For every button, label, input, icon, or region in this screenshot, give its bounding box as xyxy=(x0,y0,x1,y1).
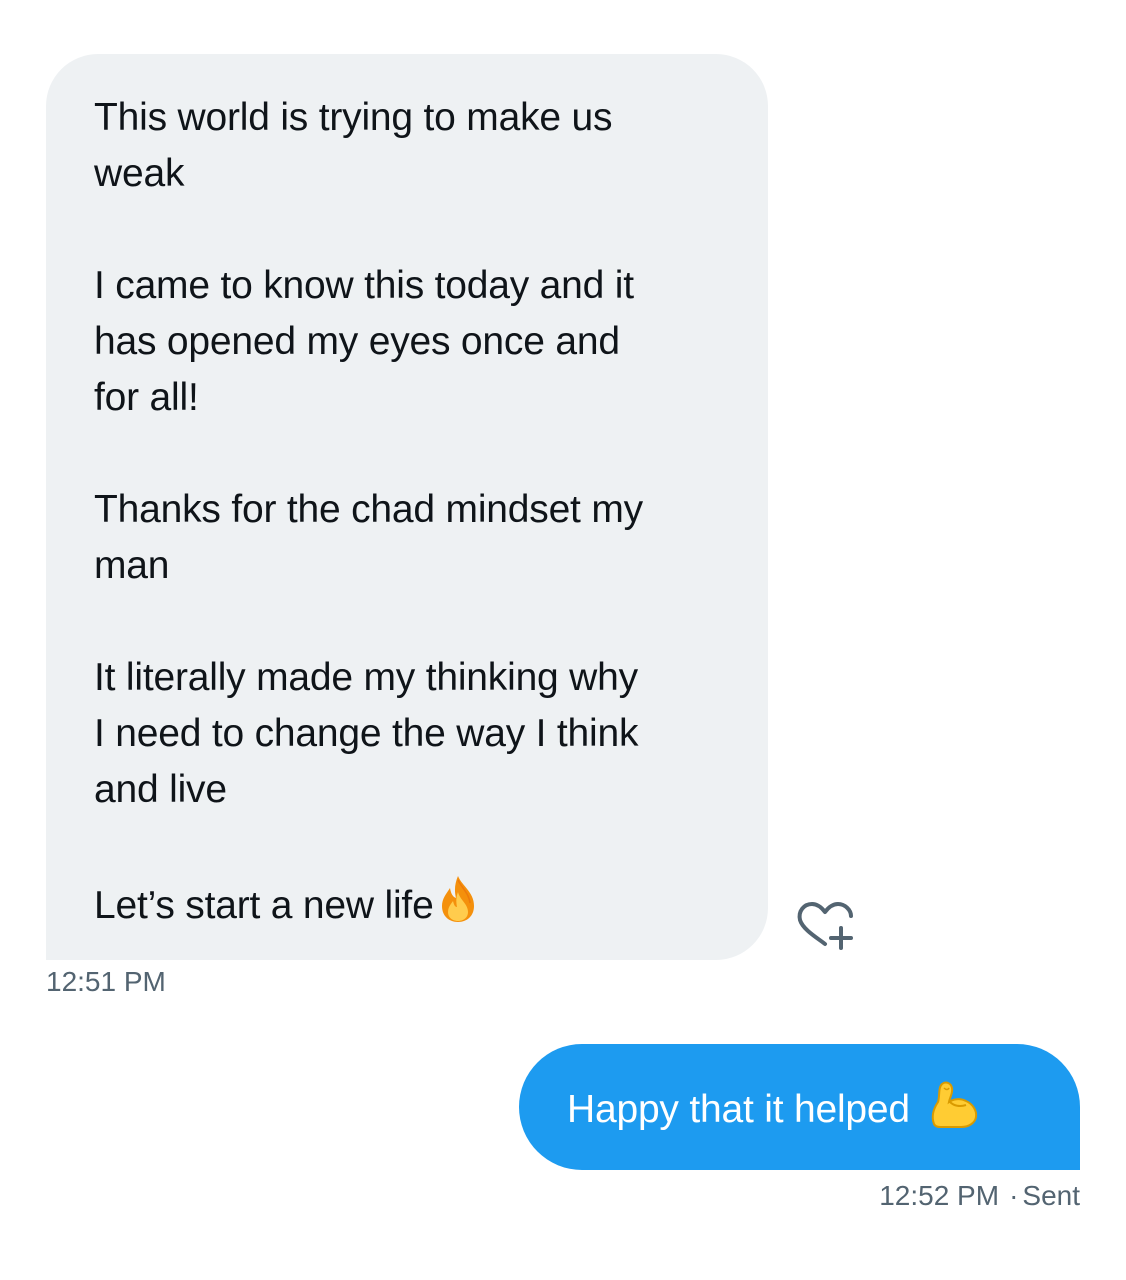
message-line: Let’s start a new life xyxy=(94,884,434,927)
sent-status: Sent xyxy=(1022,1180,1080,1211)
message-line: weak xyxy=(94,152,185,195)
message-last-line: Let’s start a new life xyxy=(94,874,728,940)
sent-message-meta: 12:52 PM · Sent xyxy=(879,1180,1080,1212)
message-line: and live xyxy=(94,768,227,811)
received-message-bubble: This world is trying to make us weak I c… xyxy=(46,54,768,960)
received-timestamp: 12:51 PM xyxy=(46,966,166,997)
message-line: This world is trying to make us xyxy=(94,96,613,139)
message-line: It literally made my thinking why xyxy=(94,656,638,699)
add-reaction-button[interactable] xyxy=(793,898,859,954)
sent-message-bubble: Happy that it helped xyxy=(519,1044,1080,1170)
sent-message-text: Happy that it helped xyxy=(567,1088,910,1131)
message-line: I need to change the way I think xyxy=(94,712,639,755)
heart-plus-icon xyxy=(797,902,853,950)
message-line: Thanks for the chad mindset my xyxy=(94,488,643,531)
sent-timestamp: 12:52 PM xyxy=(879,1180,1000,1211)
message-line: I came to know this today and it xyxy=(94,264,634,307)
fire-emoji xyxy=(438,874,478,940)
message-line: man xyxy=(94,544,170,587)
meta-separator: · xyxy=(1009,1180,1019,1211)
flexed-biceps-emoji xyxy=(928,1080,980,1135)
message-line: has opened my eyes once and xyxy=(94,320,620,363)
message-line: for all! xyxy=(94,376,199,419)
